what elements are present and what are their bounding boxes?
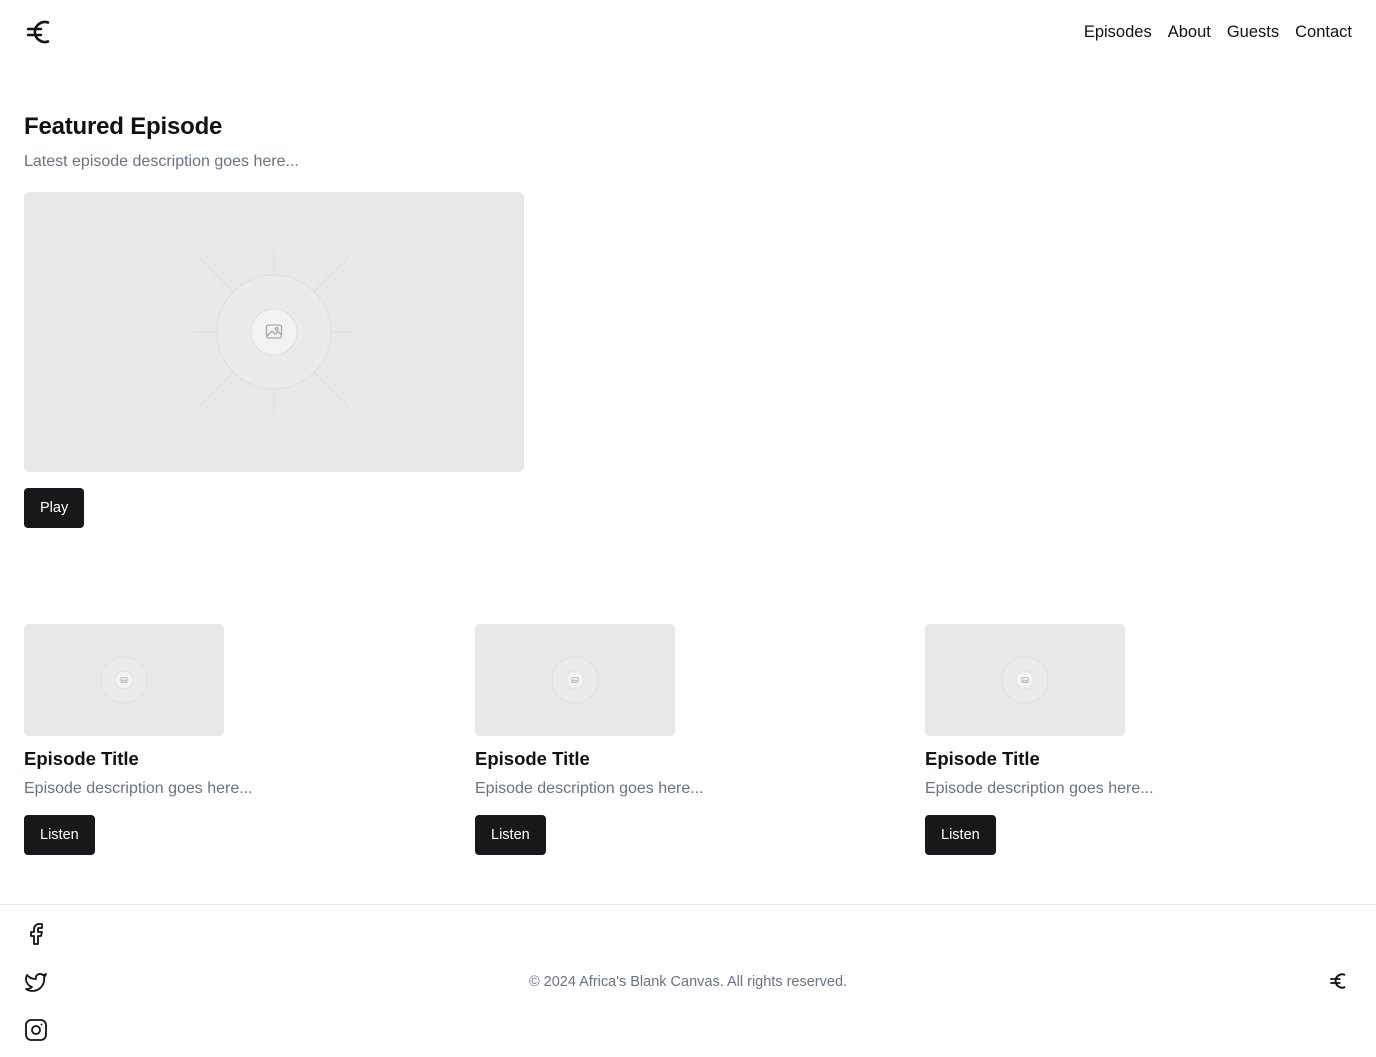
image-placeholder-icon [999,654,1051,706]
listen-button[interactable]: Listen [475,815,546,855]
episode-title: Episode Title [475,748,590,769]
site-footer: © 2024 Africa's Blank Canvas. All rights… [0,904,1376,1057]
episode-thumbnail [475,624,675,736]
featured-episode-section: Featured Episode Latest episode descript… [24,112,544,528]
nav-about[interactable]: About [1168,21,1211,43]
episode-title: Episode Title [24,748,139,769]
play-button[interactable]: Play [24,488,85,528]
episode-thumbnail [925,624,1125,736]
nav-guests[interactable]: Guests [1227,21,1279,43]
nav-contact[interactable]: Contact [1295,21,1352,43]
featured-description: Latest episode description goes here... [24,153,299,170]
nav-episodes[interactable]: Episodes [1084,21,1152,43]
episode-description: Episode description goes here... [925,780,1154,797]
episode-card: Episode Title Episode description goes h… [925,624,1345,855]
listen-button[interactable]: Listen [925,815,996,855]
image-placeholder-icon [194,252,354,412]
site-header: Episodes About Guests Contact [0,0,1376,64]
episode-title: Episode Title [925,748,1040,769]
instagram-icon[interactable] [24,1018,48,1042]
euro-sign-icon[interactable] [1328,969,1350,993]
episode-description: Episode description goes here... [475,780,704,797]
main-nav: Episodes About Guests Contact [1084,21,1352,43]
episode-thumbnail [24,624,224,736]
image-placeholder-icon [549,654,601,706]
image-placeholder-icon [98,654,150,706]
euro-sign-icon[interactable] [24,14,56,50]
episode-card: Episode Title Episode description goes h… [475,624,895,855]
copyright-text: © 2024 Africa's Blank Canvas. All rights… [528,974,848,990]
facebook-icon[interactable] [24,922,48,946]
episode-description: Episode description goes here... [24,780,253,797]
episode-card: Episode Title Episode description goes h… [24,624,444,855]
featured-image [24,192,524,472]
featured-title: Featured Episode [24,113,223,140]
listen-button[interactable]: Listen [24,815,95,855]
